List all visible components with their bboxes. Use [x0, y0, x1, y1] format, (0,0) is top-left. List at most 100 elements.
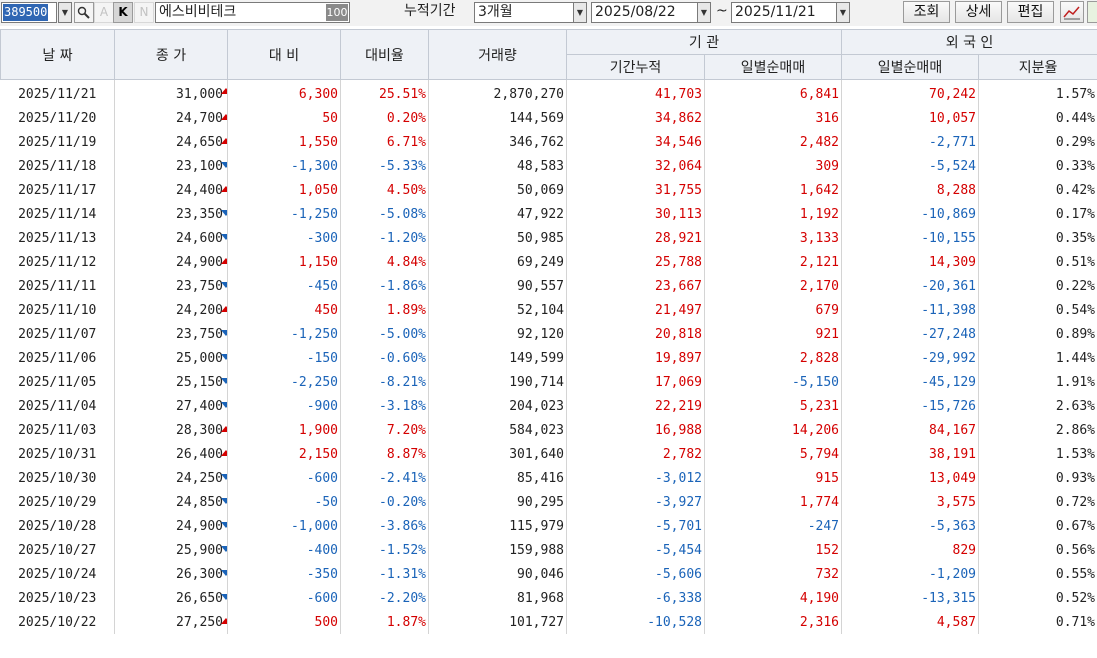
cell-change: 6,300 [227, 79, 341, 106]
header-volume[interactable]: 거래량 [428, 29, 567, 80]
table-row[interactable]: 2025/11/19 24,650 1,550 6.71% 346,762 34,546 2… [0, 130, 1097, 154]
cell-change: 2,150 [227, 442, 341, 466]
date-from-dropdown-button[interactable]: ▼ [697, 2, 711, 23]
date-to-input[interactable]: 2025/11/21 [731, 2, 839, 23]
table-row[interactable]: 2025/10/27 25,900 -400 -1.52% 159,988 -5,454 1… [0, 538, 1097, 562]
cell-change: -150 [227, 346, 341, 370]
cell-volume: 115,979 [428, 514, 567, 538]
cell-close: 23,750 [114, 322, 228, 346]
cell-inst-daily: -5,150 [704, 370, 842, 394]
cell-change: -300 [227, 226, 341, 250]
table-row[interactable]: 2025/11/21 31,000 6,300 25.51% 2,870,270 41,7… [0, 79, 1097, 106]
table-row[interactable]: 2025/10/23 26,650 -600 -2.20% 81,968 -6,338 4,… [0, 586, 1097, 610]
table-row[interactable]: 2025/11/18 23,100 -1,300 -5.33% 48,583 32,064… [0, 154, 1097, 178]
cell-foreign-share: 0.54% [978, 298, 1097, 322]
table-row[interactable]: 2025/11/11 23,750 -450 -1.86% 90,557 23,667 2,… [0, 274, 1097, 298]
cell-close: 23,750 [114, 274, 228, 298]
cell-foreign-daily: -10,869 [841, 202, 979, 226]
table-row[interactable]: 2025/10/28 24,900 -1,000 -3.86% 115,979 -5,70… [0, 514, 1097, 538]
header-date[interactable]: 날 짜 [0, 29, 115, 80]
down-triangle-icon [221, 162, 227, 168]
market-n-button[interactable]: N [134, 2, 154, 23]
cell-change: -900 [227, 394, 341, 418]
cell-volume: 101,727 [428, 610, 567, 634]
close-value: 24,900 [176, 254, 223, 270]
cell-date: 2025/11/13 [0, 226, 115, 250]
market-a-button[interactable]: A [94, 2, 114, 23]
cell-change: -400 [227, 538, 341, 562]
cell-foreign-share: 0.22% [978, 274, 1097, 298]
header-inst-daily[interactable]: 일별순매매 [704, 54, 842, 80]
table-row[interactable]: 2025/10/31 26,400 2,150 8.87% 301,640 2,782 5,… [0, 442, 1097, 466]
period-dropdown-button[interactable]: ▼ [573, 2, 587, 23]
table-row[interactable]: 2025/11/10 24,200 450 1.89% 52,104 21,497 679-… [0, 298, 1097, 322]
table-row[interactable]: 2025/11/06 25,000 -150 -0.60% 149,599 19,897 2… [0, 346, 1097, 370]
cell-inst-cumulative: 41,703 [566, 79, 705, 106]
cell-change-rate: -0.60% [340, 346, 429, 370]
stock-code-dropdown-button[interactable]: ▼ [58, 2, 72, 23]
table-row[interactable]: 2025/11/04 27,400 -900 -3.18% 204,023 22,219 5… [0, 394, 1097, 418]
table-row[interactable]: 2025/10/24 26,300 -350 -1.31% 90,046 -5,606 73… [0, 562, 1097, 586]
header-change[interactable]: 대 비 [227, 29, 341, 80]
detail-button[interactable]: 상세 [955, 1, 1002, 23]
cell-volume: 90,295 [428, 490, 567, 514]
cell-date: 2025/10/23 [0, 586, 115, 610]
edit-button[interactable]: 편집 [1007, 1, 1054, 23]
cell-change: -2,250 [227, 370, 341, 394]
cell-inst-daily: 309 [704, 154, 842, 178]
table-row[interactable]: 2025/10/22 27,250 500 1.87% 101,727 -10,528 2,… [0, 610, 1097, 634]
chart-button[interactable] [1060, 1, 1084, 23]
query-button[interactable]: 조회 [903, 1, 950, 23]
market-k-button[interactable]: K [113, 2, 133, 23]
table-row[interactable]: 2025/11/14 23,350 -1,250 -5.08% 47,922 30,113… [0, 202, 1097, 226]
cell-foreign-daily: -27,248 [841, 322, 979, 346]
cell-volume: 90,046 [428, 562, 567, 586]
header-foreign-daily[interactable]: 일별순매매 [841, 54, 979, 80]
cell-close: 27,400 [114, 394, 228, 418]
table-row[interactable]: 2025/11/03 28,300 1,900 7.20% 584,023 16,988 1… [0, 418, 1097, 442]
chevron-down-icon: ▼ [61, 8, 69, 17]
header-close[interactable]: 종 가 [114, 29, 228, 80]
stock-search-button[interactable] [74, 2, 94, 23]
cell-change-rate: -5.08% [340, 202, 429, 226]
close-value: 23,350 [176, 206, 223, 222]
cell-close: 24,700 [114, 106, 228, 130]
table-row[interactable]: 2025/10/29 24,850 -50 -0.20% 90,295 -3,927 1,7… [0, 490, 1097, 514]
cell-date: 2025/11/19 [0, 130, 115, 154]
cell-foreign-share: 1.57% [978, 79, 1097, 106]
cell-foreign-daily: -2,771 [841, 130, 979, 154]
cell-change-rate: 4.84% [340, 250, 429, 274]
cell-foreign-share: 0.56% [978, 538, 1097, 562]
cell-close: 26,650 [114, 586, 228, 610]
cell-date: 2025/10/30 [0, 466, 115, 490]
date-to-dropdown-button[interactable]: ▼ [836, 2, 850, 23]
table-row[interactable]: 2025/11/20 24,700 50 0.20% 144,569 34,862 316 1… [0, 106, 1097, 130]
cell-close: 23,100 [114, 154, 228, 178]
table-row[interactable]: 2025/11/12 24,900 1,150 4.84% 69,249 25,788 2,… [0, 250, 1097, 274]
cell-foreign-share: 0.67% [978, 514, 1097, 538]
down-triangle-icon [221, 234, 227, 240]
cell-change: 1,050 [227, 178, 341, 202]
close-value: 23,100 [176, 158, 223, 174]
cell-inst-daily: 3,133 [704, 226, 842, 250]
stock-code-input[interactable]: 389500 [1, 2, 57, 23]
cell-date: 2025/10/28 [0, 514, 115, 538]
table-row[interactable]: 2025/10/30 24,250 -600 -2.41% 85,416 -3,012 91… [0, 466, 1097, 490]
header-foreign-share[interactable]: 지분율 [977, 54, 1097, 80]
table-row[interactable]: 2025/11/17 24,400 1,050 4.50% 50,069 31,755 1,… [0, 178, 1097, 202]
cell-foreign-daily: 38,191 [841, 442, 979, 466]
table-row[interactable]: 2025/11/13 24,600 -300 -1.20% 50,985 28,921 3,… [0, 226, 1097, 250]
header-change-rate[interactable]: 대비율 [340, 29, 429, 80]
cell-volume: 50,069 [428, 178, 567, 202]
cell-volume: 69,249 [428, 250, 567, 274]
cell-date: 2025/11/06 [0, 346, 115, 370]
header-inst-cumulative[interactable]: 기간누적 [566, 54, 705, 80]
table-row[interactable]: 2025/11/05 25,150 -2,250 -8.21% 190,714 17,06… [0, 370, 1097, 394]
cell-inst-cumulative: -5,606 [566, 562, 705, 586]
excel-export-button[interactable] [1087, 1, 1097, 23]
date-from-input[interactable]: 2025/08/22 [591, 2, 704, 23]
period-select[interactable]: 3개월 [474, 2, 574, 23]
table-row[interactable]: 2025/11/07 23,750 -1,250 -5.00% 92,120 20,818… [0, 322, 1097, 346]
cell-volume: 144,569 [428, 106, 567, 130]
cell-change: 1,550 [227, 130, 341, 154]
